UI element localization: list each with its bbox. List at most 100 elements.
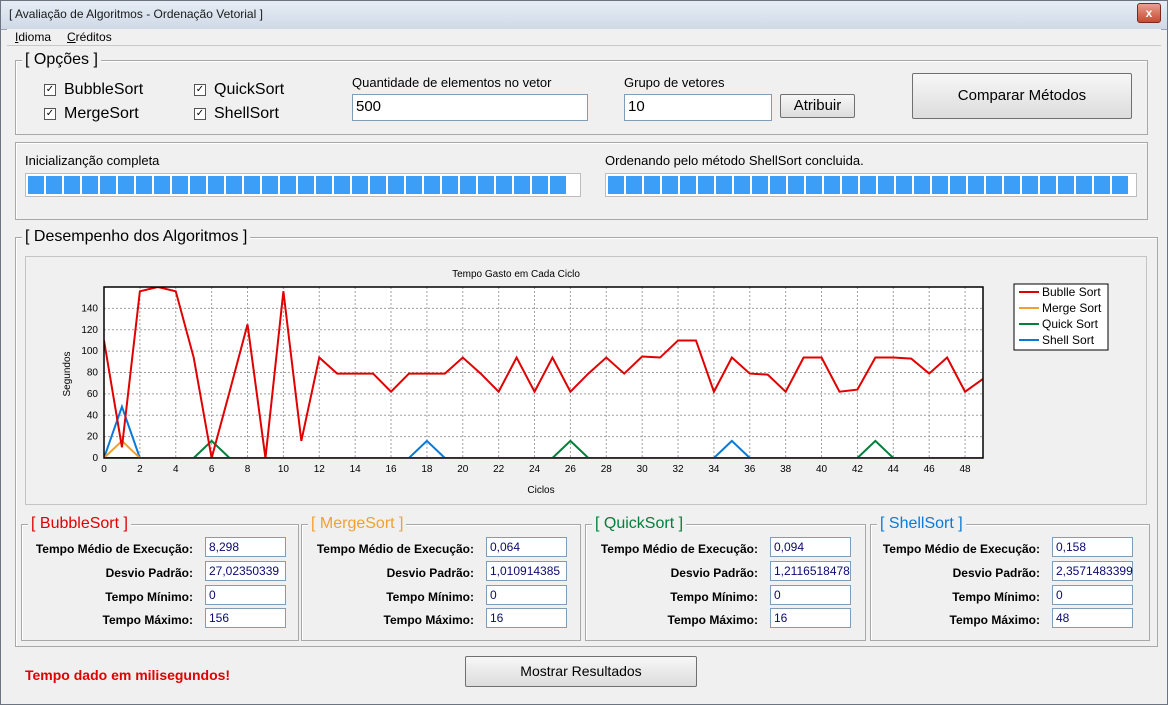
progress-block xyxy=(316,176,332,194)
progress-block xyxy=(298,176,314,194)
checkbox-bubblesort-label: BubbleSort xyxy=(64,81,144,98)
close-button[interactable]: x xyxy=(1137,3,1161,23)
chart-x-tick-label: 36 xyxy=(744,464,756,475)
options-group-title: [ Opções ] xyxy=(22,51,101,69)
stats-mergesort-avg-value[interactable]: 0,064 xyxy=(486,537,567,557)
performance-group-title: [ Desempenho dos Algoritmos ] xyxy=(22,228,251,246)
checkbox-bubblesort-box[interactable]: ✓ xyxy=(44,84,56,96)
title-bar[interactable]: [ Avaliação de Algoritmos - Ordenação Ve… xyxy=(1,1,1167,30)
chart-x-tick-label: 16 xyxy=(385,464,397,475)
progress-block xyxy=(860,176,876,194)
stats-bubblesort-avg-label: Tempo Médio de Execução: xyxy=(35,542,193,556)
progress-block xyxy=(478,176,494,194)
qty-label: Quantidade de elementos no vetor xyxy=(352,75,552,90)
menu-creditos-accel: C xyxy=(67,30,76,44)
progress-block xyxy=(100,176,116,194)
stats-bubblesort-min-value[interactable]: 0 xyxy=(205,585,286,605)
stats-bubblesort-max-value[interactable]: 156 xyxy=(205,608,286,628)
progress-block xyxy=(716,176,732,194)
progress-block xyxy=(1094,176,1110,194)
progress-block xyxy=(532,176,548,194)
main-window: [ Avaliação de Algoritmos - Ordenação Ve… xyxy=(0,0,1168,705)
chart-x-tick-label: 4 xyxy=(173,464,179,475)
checkbox-quicksort-box[interactable]: ✓ xyxy=(194,84,206,96)
chart-x-tick-label: 40 xyxy=(816,464,828,475)
stats-shellsort-avg-label: Tempo Médio de Execução: xyxy=(882,542,1040,556)
progress-block xyxy=(806,176,822,194)
assign-button[interactable]: Atribuir xyxy=(780,94,855,118)
stats-bubblesort-min-label: Tempo Mínimo: xyxy=(105,590,193,604)
chart-x-tick-label: 34 xyxy=(708,464,720,475)
stats-bubblesort-std-value[interactable]: 27,02350339 xyxy=(205,561,286,581)
progress-block xyxy=(752,176,768,194)
checkbox-mergesort-box[interactable]: ✓ xyxy=(44,108,56,120)
progress-block xyxy=(46,176,62,194)
progress-block xyxy=(514,176,530,194)
menu-idioma[interactable]: Idioma xyxy=(15,30,51,44)
progress-block xyxy=(1022,176,1038,194)
chart-y-tick-label: 0 xyxy=(92,453,98,464)
chart-y-tick-label: 40 xyxy=(87,410,99,421)
chart-x-tick-label: 26 xyxy=(565,464,577,475)
stats-bubblesort-avg-value[interactable]: 8,298 xyxy=(205,537,286,557)
progress-bar-right xyxy=(605,173,1137,197)
stats-quicksort-avg-value[interactable]: 0,094 xyxy=(770,537,851,557)
menu-creditos[interactable]: Créditos xyxy=(67,30,112,44)
progress-block xyxy=(950,176,966,194)
progress-block xyxy=(172,176,188,194)
qty-input[interactable]: 500 xyxy=(352,94,588,121)
progress-block xyxy=(986,176,1002,194)
chart-x-tick-label: 0 xyxy=(101,464,107,475)
stats-shellsort-min-label: Tempo Mínimo: xyxy=(952,590,1040,604)
show-results-button[interactable]: Mostrar Resultados xyxy=(465,656,697,687)
stats-mergesort-max-value[interactable]: 16 xyxy=(486,608,567,628)
chart-legend: Bublle Sort Merge Sort Quick Sort Shell Sor… xyxy=(1013,283,1109,351)
progress-block xyxy=(280,176,296,194)
stats-quicksort-max-label: Tempo Máximo: xyxy=(667,613,758,627)
stats-quicksort-min-value[interactable]: 0 xyxy=(770,585,851,605)
stats-quicksort-std-value[interactable]: 1,2116518478 xyxy=(770,561,851,581)
chart-legend-label: Merge Sort xyxy=(1042,301,1102,315)
progress-block xyxy=(136,176,152,194)
progress-block xyxy=(226,176,242,194)
progress-block xyxy=(698,176,714,194)
progress-block xyxy=(190,176,206,194)
checkbox-shellsort[interactable]: ✓ ShellSort xyxy=(194,105,279,123)
chart-legend-label: Bublle Sort xyxy=(1042,285,1101,299)
compare-button[interactable]: Comparar Métodos xyxy=(912,73,1132,119)
checkbox-quicksort[interactable]: ✓ QuickSort xyxy=(194,81,284,99)
progress-block xyxy=(608,176,624,194)
progress-left-label: Inicializanção completa xyxy=(25,153,160,168)
chart-x-tick-label: 32 xyxy=(672,464,684,475)
checkbox-mergesort-label: MergeSort xyxy=(64,105,139,122)
progress-block xyxy=(878,176,894,194)
progress-block xyxy=(932,176,948,194)
progress-block xyxy=(968,176,984,194)
chart-x-tick-label: 42 xyxy=(852,464,864,475)
progress-block xyxy=(352,176,368,194)
checkbox-shellsort-box[interactable]: ✓ xyxy=(194,108,206,120)
group-input[interactable]: 10 xyxy=(624,94,772,121)
units-note: Tempo dado em milisegundos! xyxy=(25,667,231,683)
stats-quicksort-max-value[interactable]: 16 xyxy=(770,608,851,628)
progress-block xyxy=(118,176,134,194)
chart-title: Tempo Gasto em Cada Ciclo xyxy=(452,269,580,280)
stats-mergesort-std-value[interactable]: 1,010914385 xyxy=(486,561,567,581)
menu-idioma-label: dioma xyxy=(18,30,52,44)
progress-block xyxy=(370,176,386,194)
stats-shellsort-avg-value[interactable]: 0,158 xyxy=(1052,537,1133,557)
menu-bar: Idioma Créditos xyxy=(7,29,1161,46)
chart-legend-label: Quick Sort xyxy=(1042,317,1099,331)
stats-mergesort-avg-label: Tempo Médio de Execução: xyxy=(316,542,474,556)
stats-shellsort-min-value[interactable]: 0 xyxy=(1052,585,1133,605)
chart-x-tick-label: 22 xyxy=(493,464,505,475)
stats-shellsort-max-value[interactable]: 48 xyxy=(1052,608,1133,628)
chart-x-tick-label: 8 xyxy=(245,464,251,475)
checkbox-mergesort[interactable]: ✓ MergeSort xyxy=(44,105,139,123)
progress-block xyxy=(914,176,930,194)
stats-shellsort-std-value[interactable]: 2,3571483399 xyxy=(1052,561,1133,581)
chart: Tempo Gasto em Cada Ciclo Ciclos Segundo… xyxy=(62,269,1109,496)
stats-quicksort-std-label: Desvio Padrão: xyxy=(670,566,758,580)
stats-mergesort-min-value[interactable]: 0 xyxy=(486,585,567,605)
checkbox-bubblesort[interactable]: ✓ BubbleSort xyxy=(44,81,143,99)
